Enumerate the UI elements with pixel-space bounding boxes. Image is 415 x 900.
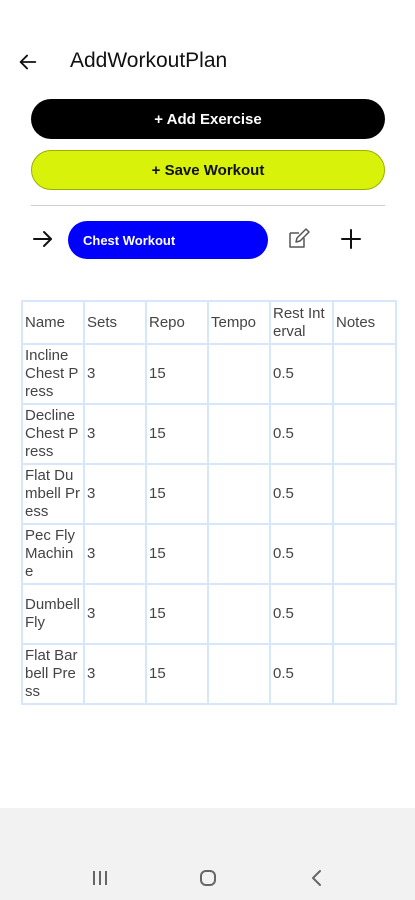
cell-repo: 15 [145, 463, 209, 525]
cell-repo: 15 [145, 343, 209, 405]
add-exercise-button[interactable]: + Add Exercise [31, 99, 385, 139]
cell-name: Incline Chest Press [21, 343, 85, 405]
recents-button[interactable] [85, 863, 115, 893]
cell-rest-interval: 0.5 [269, 523, 334, 585]
table-header-row: Name Sets Repo Tempo Rest Interval Notes [21, 300, 397, 345]
header-name: Name [21, 300, 85, 345]
arrow-left-icon [19, 54, 37, 70]
home-button[interactable] [193, 863, 223, 893]
cell-repo: 15 [145, 643, 209, 705]
cell-notes [332, 463, 397, 525]
edit-icon [289, 228, 310, 248]
cell-tempo [207, 403, 271, 465]
page-title: AddWorkoutPlan [70, 49, 228, 72]
cell-name: Flat Barbell Press [21, 643, 85, 705]
edit-workout-button[interactable] [283, 224, 313, 254]
add-workout-button[interactable] [336, 224, 366, 254]
plus-icon [341, 229, 361, 249]
header-repo: Repo [145, 300, 209, 345]
cell-tempo [207, 463, 271, 525]
cell-rest-interval: 0.5 [269, 463, 334, 525]
workout-name: Chest Workout [83, 232, 176, 248]
divider [31, 205, 385, 206]
cell-name: Flat Dumbell Press [21, 463, 85, 525]
app-bar: AddWorkoutPlan [0, 40, 415, 84]
table-row[interactable]: Flat Barbell Press 3 15 0.5 [21, 643, 397, 705]
table-row[interactable]: Dumbell Fly 3 15 0.5 [21, 583, 397, 645]
back-chevron-icon [312, 870, 321, 886]
cell-rest-interval: 0.5 [269, 643, 334, 705]
expand-button[interactable] [28, 224, 58, 254]
cell-sets: 3 [83, 343, 147, 405]
exercise-table: Name Sets Repo Tempo Rest Interval Notes… [21, 300, 397, 705]
workout-plan-row: Chest Workout [0, 218, 415, 262]
cell-notes [332, 643, 397, 705]
cell-sets: 3 [83, 583, 147, 645]
back-button[interactable] [14, 48, 42, 76]
cell-sets: 3 [83, 403, 147, 465]
cell-tempo [207, 583, 271, 645]
system-back-button[interactable] [302, 863, 332, 893]
home-icon [200, 870, 216, 886]
cell-sets: 3 [83, 523, 147, 585]
workout-name-chip[interactable]: Chest Workout [68, 221, 268, 259]
save-workout-button[interactable]: + Save Workout [31, 150, 385, 190]
cell-repo: 15 [145, 523, 209, 585]
table-row[interactable]: Flat Dumbell Press 3 15 0.5 [21, 463, 397, 525]
cell-rest-interval: 0.5 [269, 403, 334, 465]
cell-name: Dumbell Fly [21, 583, 85, 645]
header-rest-interval: Rest Interval [269, 300, 334, 345]
cell-repo: 15 [145, 403, 209, 465]
cell-notes [332, 583, 397, 645]
cell-tempo [207, 643, 271, 705]
cell-name: Pec Fly Machine [21, 523, 85, 585]
cell-tempo [207, 523, 271, 585]
cell-notes [332, 343, 397, 405]
cell-rest-interval: 0.5 [269, 343, 334, 405]
cell-name: Decline Chest Press [21, 403, 85, 465]
header-sets: Sets [83, 300, 147, 345]
cell-rest-interval: 0.5 [269, 583, 334, 645]
cell-notes [332, 523, 397, 585]
cell-repo: 15 [145, 583, 209, 645]
table-row[interactable]: Incline Chest Press 3 15 0.5 [21, 343, 397, 405]
cell-sets: 3 [83, 643, 147, 705]
system-navigation-bar [0, 808, 415, 900]
header-tempo: Tempo [207, 300, 271, 345]
header-notes: Notes [332, 300, 397, 345]
cell-notes [332, 403, 397, 465]
cell-tempo [207, 343, 271, 405]
cell-sets: 3 [83, 463, 147, 525]
recents-icon [93, 871, 107, 885]
table-row[interactable]: Decline Chest Press 3 15 0.5 [21, 403, 397, 465]
arrow-right-icon [33, 231, 52, 247]
table-row[interactable]: Pec Fly Machine 3 15 0.5 [21, 523, 397, 585]
